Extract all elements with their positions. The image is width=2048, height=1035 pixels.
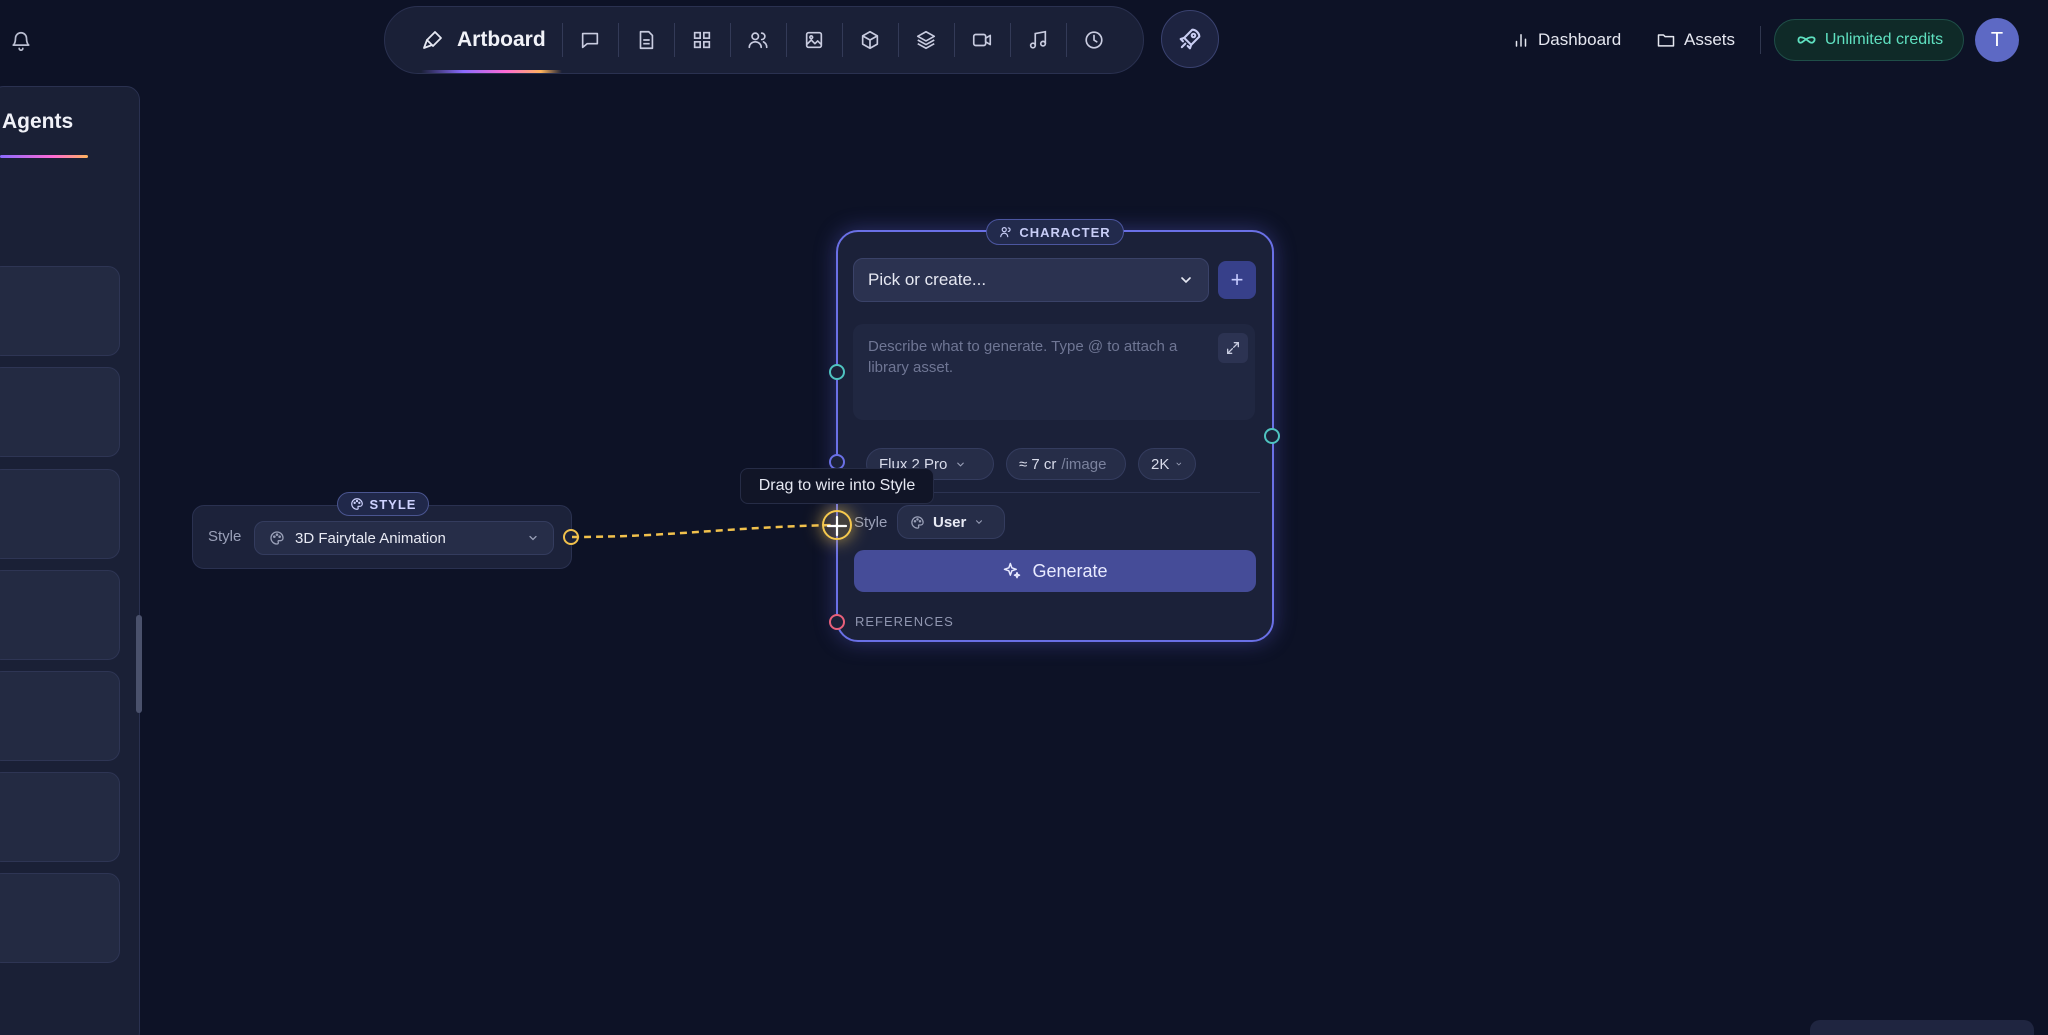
layers-icon xyxy=(917,30,936,50)
document-tool[interactable] xyxy=(619,6,674,74)
chat-tool[interactable] xyxy=(563,6,618,74)
chat-icon xyxy=(582,32,599,49)
credits-label: Unlimited credits xyxy=(1824,31,1944,48)
sidebar-title: Agents xyxy=(2,110,74,133)
assets-label: Assets xyxy=(1684,30,1736,49)
style-field-label: Style xyxy=(208,528,242,545)
chevron-down-icon xyxy=(957,462,965,467)
style-select-value: 3D Fairytale Animation xyxy=(295,529,446,547)
prompt-input-port[interactable] xyxy=(829,364,845,380)
grid-icon xyxy=(694,31,711,49)
clock-icon xyxy=(1085,31,1103,49)
sparkles-icon xyxy=(1004,562,1021,579)
topbar-divider xyxy=(1760,26,1761,54)
video-tool[interactable] xyxy=(955,6,1010,74)
music-icon xyxy=(1030,30,1047,49)
cost-badge: ≈ 7 cr /image xyxy=(1006,448,1126,480)
character-pick-placeholder: Pick or create... xyxy=(868,270,987,289)
cost-value: ≈ 7 cr xyxy=(1019,455,1057,473)
connection-wire xyxy=(571,523,837,539)
drag-tooltip: Drag to wire into Style xyxy=(740,468,934,504)
palette-icon xyxy=(270,531,284,545)
dashboard-link[interactable]: Dashboard xyxy=(1512,24,1621,56)
character-node-badge: CHARACTER xyxy=(986,219,1124,245)
bar-chart-icon xyxy=(1515,34,1527,47)
user-icon xyxy=(1000,227,1011,238)
users-icon xyxy=(748,32,768,49)
image-icon xyxy=(806,31,823,49)
notifications-bell-icon[interactable] xyxy=(10,30,32,52)
artboard-label: Artboard xyxy=(457,28,546,51)
grid-tool[interactable] xyxy=(675,6,730,74)
bottom-right-panel[interactable] xyxy=(1810,1020,2034,1035)
brush-icon xyxy=(421,28,445,52)
history-tool[interactable] xyxy=(1067,6,1122,74)
palette-icon xyxy=(911,515,924,529)
references-input-port[interactable] xyxy=(829,614,845,630)
video-icon xyxy=(973,33,992,47)
agent-card[interactable] xyxy=(0,772,120,862)
character-style-select[interactable]: User xyxy=(897,505,1005,539)
chevron-down-icon xyxy=(1176,462,1182,466)
rocket-icon xyxy=(1179,28,1201,50)
main-toolbar: Artboard xyxy=(384,6,1144,74)
agent-card[interactable] xyxy=(0,266,120,356)
infinity-icon xyxy=(1797,36,1816,44)
music-tool[interactable] xyxy=(1011,6,1066,74)
references-label: REFERENCES xyxy=(855,614,954,629)
chevron-down-icon xyxy=(529,535,537,541)
agent-card[interactable] xyxy=(0,469,120,559)
sidebar-scrollbar[interactable] xyxy=(136,615,142,713)
generate-label: Generate xyxy=(1032,560,1108,581)
users-tool[interactable] xyxy=(731,6,786,74)
character-output-port[interactable] xyxy=(1264,428,1280,444)
dashboard-label: Dashboard xyxy=(1538,30,1622,49)
tab-artboard[interactable]: Artboard xyxy=(421,7,562,73)
generate-button[interactable]: Generate xyxy=(854,550,1256,592)
agent-card[interactable] xyxy=(0,367,120,457)
add-character-button[interactable]: + xyxy=(1218,261,1256,299)
agent-launcher-button[interactable] xyxy=(1161,10,1219,68)
cost-unit: /image xyxy=(1061,455,1107,473)
character-pick-select[interactable]: Pick or create... xyxy=(853,258,1209,302)
crosshair-cursor-icon xyxy=(826,515,848,537)
expand-prompt-button[interactable] xyxy=(1218,333,1248,363)
chevron-down-icon xyxy=(1181,277,1191,284)
layers-tool[interactable] xyxy=(899,6,954,74)
chevron-down-icon xyxy=(976,520,983,524)
agent-card[interactable] xyxy=(0,873,120,963)
credits-badge[interactable]: Unlimited credits xyxy=(1774,19,1964,61)
style-badge-label: STYLE xyxy=(369,496,417,512)
user-avatar[interactable]: T xyxy=(1975,18,2019,62)
cube-icon xyxy=(862,30,879,50)
character-style-label: Style xyxy=(854,514,888,531)
folder-icon xyxy=(1657,34,1675,47)
document-icon xyxy=(639,30,654,50)
prompt-placeholder: Describe what to generate. Type @ to att… xyxy=(868,338,1178,376)
style-node-badge: STYLE xyxy=(337,492,429,516)
style-select[interactable]: 3D Fairytale Animation xyxy=(254,521,554,555)
expand-icon xyxy=(1227,342,1239,354)
cube-tool[interactable] xyxy=(843,6,898,74)
sidebar-title-underline xyxy=(0,155,88,158)
assets-link[interactable]: Assets xyxy=(1656,24,1735,56)
character-style-value: User xyxy=(933,513,967,531)
resolution-value: 2K xyxy=(1151,455,1170,473)
resolution-select[interactable]: 2K xyxy=(1138,448,1196,480)
agent-card[interactable] xyxy=(0,671,120,761)
agent-card[interactable] xyxy=(0,570,120,660)
palette-icon xyxy=(350,498,363,510)
character-badge-label: CHARACTER xyxy=(1019,224,1111,240)
image-tool[interactable] xyxy=(787,6,842,74)
